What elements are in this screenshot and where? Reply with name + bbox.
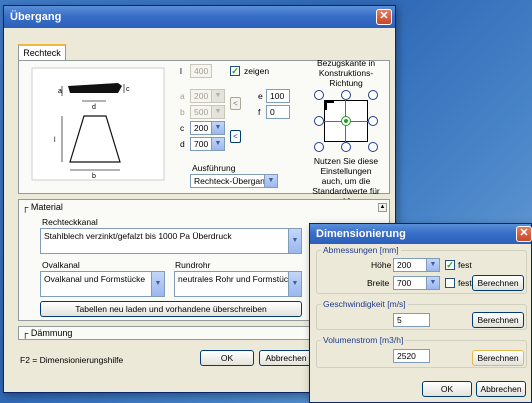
daemmung-heading: ┌ Dämmung: [22, 328, 73, 338]
ref-corner-marker: [324, 100, 334, 110]
zeigen-checkbox[interactable]: ✓: [230, 66, 240, 76]
chevron-down-icon: ▼: [211, 106, 224, 118]
chevron-down-icon: ▼: [211, 138, 224, 150]
dimensioning-dialog: Dimensionierung ✕ Abmessungen [mm] Höhe …: [309, 223, 532, 403]
footer-hint: F2 = Dimensionierungshilfe: [20, 355, 124, 365]
hoehe-fest-label: fest: [458, 260, 472, 270]
geschwindigkeit-label: Geschwindigkeit [m/s]: [321, 299, 408, 309]
svg-text:b: b: [92, 173, 96, 180]
hoehe-fest-checkbox[interactable]: ✓: [445, 260, 455, 270]
param-a-label: a: [180, 91, 185, 101]
rechteckkanal-select[interactable]: Stahlblech verzinkt/gefalzt bis 1000 Pa …: [40, 228, 302, 254]
breite-fest-label: fest: [458, 278, 472, 288]
chevron-down-icon: ▼: [264, 175, 277, 187]
dimensioning-title: Dimensionierung: [310, 224, 531, 244]
ref-mid-right[interactable]: [368, 116, 378, 126]
reload-tables-button[interactable]: Tabellen neu laden und vorhandene übersc…: [40, 301, 302, 317]
param-l-label: l: [180, 66, 182, 76]
volumenstrom-field[interactable]: 2520: [393, 349, 430, 363]
berechnen-volumenstrom-button[interactable]: Berechnen: [472, 350, 524, 366]
collapse-icon[interactable]: ▲: [378, 203, 387, 212]
ref-top-center[interactable]: [341, 90, 351, 100]
bezugskante-title: Bezugskante in Konstruktions-Richtung: [316, 58, 376, 88]
material-heading: ┌ Material: [22, 202, 63, 212]
copy-a-b-button[interactable]: <: [230, 97, 241, 110]
rundrohr-select[interactable]: neutrales Rohr und Formstücke ▼: [174, 271, 302, 297]
chevron-down-icon: ▼: [288, 229, 301, 253]
rundrohr-label: Rundrohr: [175, 260, 211, 270]
bezugskante-selector: [314, 90, 378, 152]
svg-text:c: c: [126, 86, 130, 93]
ref-bottom-right[interactable]: [368, 142, 378, 152]
copy-c-d-button[interactable]: <: [230, 130, 241, 143]
ref-top-right[interactable]: [368, 90, 378, 100]
chevron-down-icon: ▼: [151, 272, 164, 296]
ref-center[interactable]: [341, 116, 351, 126]
param-d-label: d: [180, 139, 185, 149]
ovalkanal-select[interactable]: Ovalkanal und Formstücke ▼: [40, 271, 165, 297]
breite-fest-checkbox[interactable]: [445, 278, 455, 288]
chevron-down-icon: ▼: [426, 277, 439, 289]
chevron-down-icon: ▼: [211, 122, 224, 134]
param-b-label: b: [180, 107, 185, 117]
close-icon[interactable]: ✕: [376, 9, 392, 25]
param-a-select[interactable]: 200 ▼: [190, 89, 225, 103]
ref-mid-left[interactable]: [314, 116, 324, 126]
transition-drawing: a c d l b: [31, 67, 165, 181]
svg-text:a: a: [58, 88, 62, 95]
chevron-down-icon: ▼: [426, 259, 439, 271]
svg-text:d: d: [92, 104, 96, 111]
ref-bottom-left[interactable]: [314, 142, 324, 152]
param-l-field[interactable]: 400: [190, 64, 212, 78]
param-e-label: e: [258, 91, 263, 101]
breite-label: Breite: [367, 278, 390, 288]
param-b-select[interactable]: 500 ▼: [190, 105, 225, 119]
param-c-select[interactable]: 200 ▼: [190, 121, 225, 135]
ausfuehrung-select[interactable]: Rechteck-Übergang ▼: [190, 174, 278, 188]
abmessungen-label: Abmessungen [mm]: [321, 245, 401, 255]
ref-bottom-center[interactable]: [341, 142, 351, 152]
volumenstrom-label: Volumenstrom [m3/h]: [321, 335, 406, 345]
hoehe-label: Höhe: [371, 260, 392, 270]
geschwindigkeit-field[interactable]: 5: [393, 313, 430, 327]
param-e-field[interactable]: 100: [266, 89, 290, 103]
hoehe-select[interactable]: 200 ▼: [393, 258, 440, 272]
close-icon[interactable]: ✕: [516, 226, 532, 242]
param-d-select[interactable]: 700 ▼: [190, 137, 225, 151]
zeigen-label: zeigen: [244, 66, 270, 76]
chevron-down-icon: ▼: [211, 90, 224, 102]
cancel-button[interactable]: Abbrechen: [259, 350, 313, 366]
ausfuehrung-label: Ausführung: [192, 163, 236, 173]
dim-cancel-button[interactable]: Abbrechen: [476, 381, 526, 397]
breite-select[interactable]: 700 ▼: [393, 276, 440, 290]
dim-ok-button[interactable]: OK: [422, 381, 472, 397]
berechnen-geschwindigkeit-button[interactable]: Berechnen: [472, 312, 524, 328]
ok-button[interactable]: OK: [200, 350, 254, 366]
param-f-field[interactable]: 0: [266, 105, 290, 119]
ref-top-left[interactable]: [314, 90, 324, 100]
ovalkanal-label: Ovalkanal: [42, 260, 80, 270]
berechnen-abmessungen-button[interactable]: Berechnen: [472, 275, 524, 291]
param-f-label: f: [258, 107, 261, 117]
param-c-label: c: [180, 123, 185, 133]
tab-rectangle[interactable]: Rechteck: [18, 44, 66, 61]
chevron-down-icon: ▼: [288, 272, 301, 296]
dialog-title: Übergang: [4, 6, 395, 28]
rechteckkanal-label: Rechteckkanal: [42, 217, 98, 227]
